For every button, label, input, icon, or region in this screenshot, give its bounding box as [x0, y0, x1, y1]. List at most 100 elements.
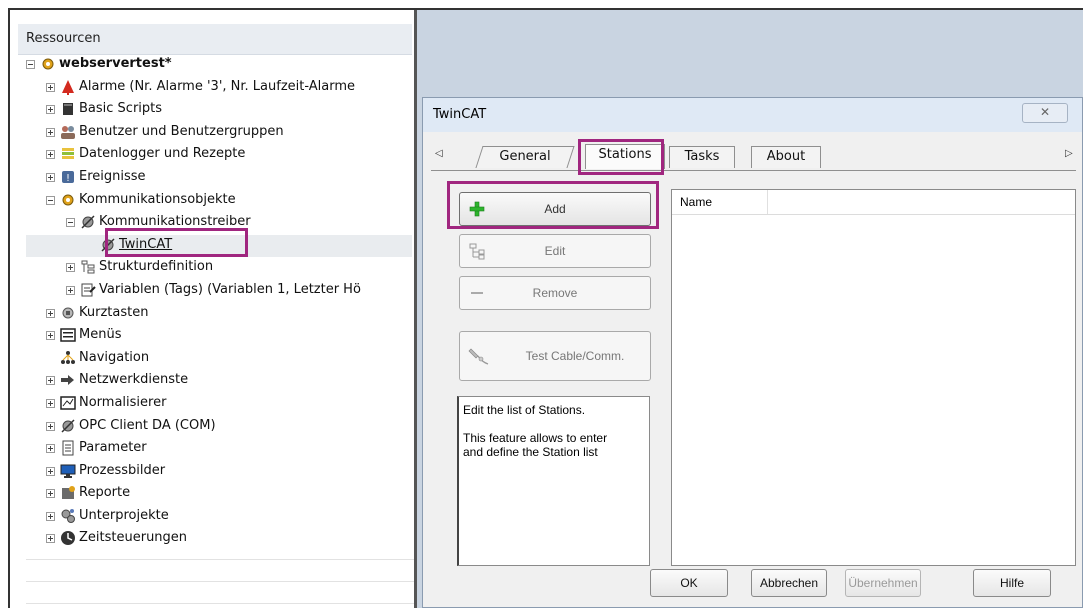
tab-baseline: [431, 170, 1076, 171]
clock-icon: [60, 530, 76, 546]
parameter-icon: [60, 440, 76, 456]
driver-icon: [80, 214, 96, 230]
structure-icon: [80, 259, 96, 275]
close-icon: ✕: [1039, 105, 1051, 119]
tab-tasks-label: Tasks: [684, 149, 720, 164]
tab-scroll-right-icon[interactable]: ▷: [1065, 148, 1073, 159]
edit-button[interactable]: Edit: [459, 234, 651, 268]
expand-icon[interactable]: [46, 444, 55, 454]
tree-item[interactable]: OPC Client DA (COM): [26, 416, 412, 439]
tree-item-label: Strukturdefinition: [99, 259, 214, 275]
navigation-icon: [60, 350, 76, 366]
expand-icon[interactable]: [46, 534, 55, 544]
expand-icon[interactable]: [46, 127, 55, 137]
expand-icon[interactable]: [46, 82, 55, 92]
tree-header: Ressourcen: [18, 24, 412, 55]
tree-item[interactable]: Variablen (Tags) (Variablen 1, Letzter H…: [26, 280, 412, 303]
tree-item-label: Ereignisse: [79, 168, 146, 184]
tab-tasks[interactable]: Tasks: [669, 146, 735, 168]
tree-item-label: Prozessbilder: [79, 462, 166, 478]
tree-item[interactable]: Kommunikationsobjekte: [26, 190, 412, 213]
description-line-3: and define the Station list: [463, 445, 598, 459]
tree-item-label: Kommunikationsobjekte: [79, 191, 236, 207]
expand-icon[interactable]: [46, 331, 55, 341]
description-line-2: This feature allows to enter: [463, 431, 608, 445]
expand-icon[interactable]: [46, 172, 55, 182]
script-icon: [60, 101, 76, 117]
apply-button[interactable]: Übernehmen: [845, 569, 921, 597]
column-header-name-label: Name: [680, 195, 713, 209]
expand-icon[interactable]: [46, 421, 55, 431]
dialog-title: TwinCAT: [433, 107, 487, 122]
tree-item-label: Zeitsteuerungen: [79, 530, 188, 546]
network-icon: [60, 372, 76, 388]
expand-icon[interactable]: [66, 285, 75, 295]
tree-item[interactable]: Strukturdefinition: [26, 257, 412, 280]
twincat-dialog: TwinCAT ✕ ◁ General Stations Tasks About…: [422, 97, 1083, 608]
tree-item[interactable]: Normalisierer: [26, 393, 412, 416]
users-icon: [60, 124, 76, 140]
tree-item-label: Kurztasten: [79, 304, 149, 320]
tree-item[interactable]: Kurztasten: [26, 303, 412, 326]
tree-item[interactable]: Unterprojekte: [26, 506, 412, 529]
tab-scroll-left-icon[interactable]: ◁: [435, 148, 443, 159]
close-button[interactable]: ✕: [1022, 103, 1068, 123]
tree-item[interactable]: Netzwerkdienste: [26, 370, 412, 393]
report-icon: [60, 485, 76, 501]
tree-item[interactable]: Menüs: [26, 325, 412, 348]
tree-item-label: Parameter: [79, 440, 147, 456]
stations-list[interactable]: Name: [671, 189, 1076, 566]
tree-item[interactable]: Basic Scripts: [26, 99, 412, 122]
tree-empty-row-line: [26, 603, 418, 605]
tab-about[interactable]: About: [751, 146, 821, 168]
shortcut-icon: [60, 305, 76, 321]
tree-item-label: Netzwerkdienste: [79, 372, 189, 388]
edit-button-label: Edit: [544, 244, 566, 258]
tree-item[interactable]: webservertest*: [26, 54, 412, 77]
expand-icon[interactable]: [46, 376, 55, 386]
tree-item[interactable]: Alarme (Nr. Alarme '3', Nr. Laufzeit-Ala…: [26, 77, 412, 100]
tab-general-label: General: [499, 149, 551, 164]
dialog-titlebar: TwinCAT ✕: [423, 98, 1082, 132]
collapse-icon[interactable]: [66, 218, 75, 228]
tree-item[interactable]: Prozessbilder: [26, 461, 412, 484]
normalizer-icon: [60, 395, 76, 411]
tree-item[interactable]: ! Ereignisse: [26, 167, 412, 190]
expand-icon[interactable]: [46, 398, 55, 408]
ok-button[interactable]: OK: [650, 569, 728, 597]
expand-icon[interactable]: [46, 308, 55, 318]
expand-icon[interactable]: [66, 263, 75, 273]
expand-icon[interactable]: [46, 105, 55, 115]
highlight-twincat-node: [105, 228, 248, 257]
tree-item[interactable]: Benutzer und Benutzergruppen: [26, 122, 412, 145]
description-box: Edit the list of Stations. This feature …: [457, 396, 650, 566]
expand-icon[interactable]: [46, 489, 55, 499]
help-button[interactable]: Hilfe: [973, 569, 1051, 597]
collapse-icon[interactable]: [46, 195, 55, 205]
expand-icon[interactable]: [46, 466, 55, 476]
tree-item[interactable]: Parameter: [26, 438, 412, 461]
collapse-icon[interactable]: [26, 60, 35, 69]
list-header: Name: [672, 190, 1075, 215]
resource-tree: webservertest* Alarme (Nr. Alarme '3', Nr…: [26, 54, 418, 605]
expand-icon[interactable]: [46, 150, 55, 160]
cancel-button[interactable]: Abbrechen: [751, 569, 827, 597]
expand-icon[interactable]: [46, 511, 55, 521]
gear-icon: [40, 56, 56, 72]
gear-icon: [60, 192, 76, 208]
tabstrip: ◁ General Stations Tasks About ▷: [429, 142, 1077, 170]
tree-item-label: Datenlogger und Rezepte: [79, 146, 246, 162]
remove-button[interactable]: Remove: [459, 276, 651, 310]
tree-empty-row-line: [26, 559, 418, 561]
column-header-name[interactable]: Name: [672, 190, 768, 214]
opc-icon: [60, 418, 76, 434]
tree-item[interactable]: Navigation: [26, 348, 412, 371]
tree-item-label: Menüs: [79, 327, 122, 343]
tree-item[interactable]: Datenlogger und Rezepte: [26, 144, 412, 167]
tab-general[interactable]: General: [475, 146, 575, 168]
tree-item[interactable]: Reporte: [26, 483, 412, 506]
tree-item[interactable]: Zeitsteuerungen: [26, 528, 412, 551]
event-icon: !: [60, 169, 76, 185]
test-cable-button[interactable]: Test Cable/Comm.: [459, 331, 651, 381]
cable-plug-icon: [468, 348, 489, 365]
